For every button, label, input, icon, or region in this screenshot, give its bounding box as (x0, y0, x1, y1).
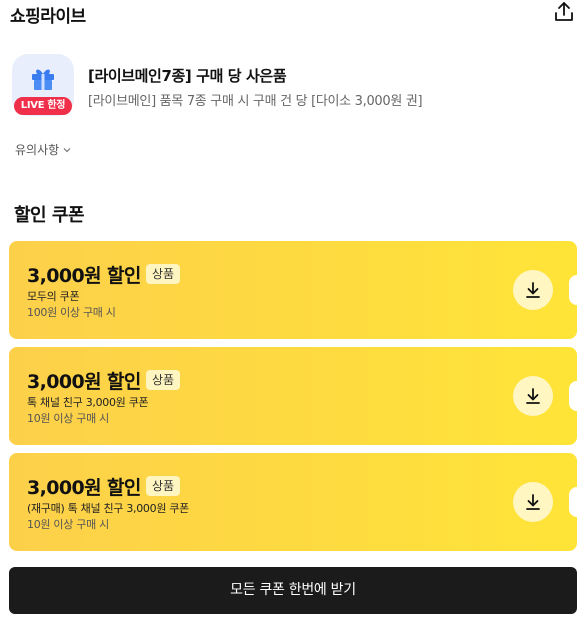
download-coupon-button[interactable] (513, 482, 553, 522)
coupon-tag: 상품 (146, 264, 181, 284)
live-badge: LIVE 한정 (14, 97, 72, 115)
coupon-condition: 10원 이상 구매 시 (27, 412, 109, 425)
coupon-name: 모두의 쿠폰 (27, 290, 80, 303)
download-icon (526, 494, 540, 510)
download-coupon-button[interactable] (513, 270, 553, 310)
share-button[interactable] (552, 0, 576, 24)
share-icon (555, 2, 573, 21)
download-icon (526, 388, 540, 404)
coupon-condition: 100원 이상 구매 시 (27, 306, 116, 319)
notice-toggle[interactable]: 유의사항 (15, 141, 72, 158)
coupon-card: 3,000원 할인 상품 모두의 쿠폰 100원 이상 구매 시 (9, 241, 585, 339)
gift-description: [라이브메인] 품목 7종 구매 시 구매 건 당 [다이소 3,000원 권] (88, 94, 423, 109)
chevron-down-icon (63, 147, 71, 152)
coupon-notch (569, 487, 585, 517)
coupon-condition: 10원 이상 구매 시 (27, 518, 109, 531)
coupon-card: 3,000원 할인 상품 (재구매) 톡 채널 친구 3,000원 쿠폰 10원… (9, 453, 585, 551)
download-coupon-button[interactable] (513, 376, 553, 416)
coupon-amount: 3,000원 할인 (27, 477, 141, 499)
section-title: 할인 쿠폰 (14, 205, 85, 226)
coupon-notch (569, 275, 585, 305)
download-icon (526, 282, 540, 298)
notice-label: 유의사항 (15, 143, 60, 157)
coupon-tag: 상품 (146, 476, 181, 496)
gift-icon (32, 69, 54, 90)
gift-title: [라이브메인7종] 구매 당 사은품 (88, 67, 287, 85)
coupon-name: 톡 채널 친구 3,000원 쿠폰 (27, 396, 149, 409)
coupon-amount: 3,000원 할인 (27, 265, 141, 287)
coupon-card: 3,000원 할인 상품 톡 채널 친구 3,000원 쿠폰 10원 이상 구매… (9, 347, 585, 445)
coupon-tag: 상품 (146, 370, 181, 390)
gift-thumbnail: LIVE 한정 (12, 54, 74, 116)
coupon-amount: 3,000원 할인 (27, 371, 141, 393)
coupon-name: (재구매) 톡 채널 친구 3,000원 쿠폰 (27, 502, 189, 515)
coupon-notch (569, 381, 585, 411)
download-all-button[interactable]: 모든 쿠폰 한번에 받기 (9, 567, 577, 614)
header: 쇼핑라이브 (0, 0, 586, 30)
page-title: 쇼핑라이브 (10, 7, 86, 27)
